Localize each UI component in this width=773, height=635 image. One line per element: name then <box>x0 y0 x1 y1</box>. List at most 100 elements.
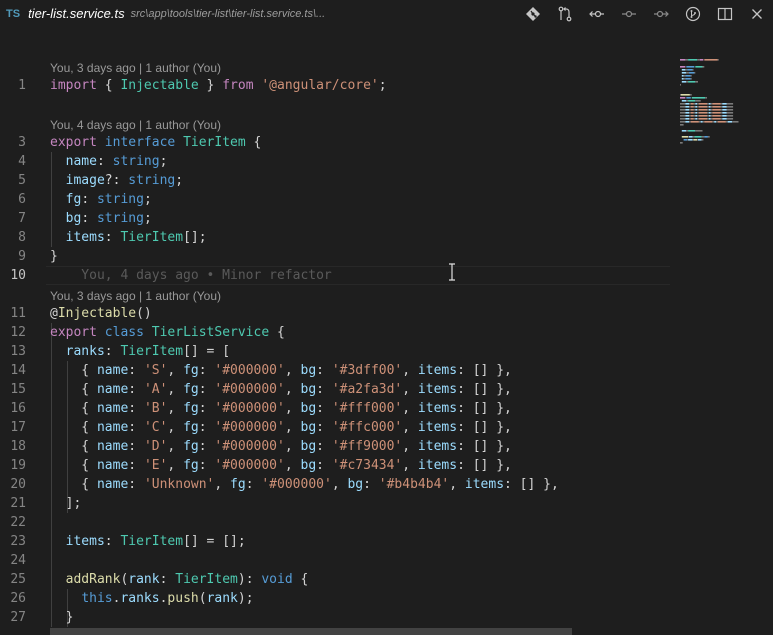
open-changes-button[interactable] <box>549 0 581 27</box>
minimap-token <box>712 103 721 105</box>
editor-tab[interactable]: TS tier-list.service.ts src\app\tools\ti… <box>0 0 325 27</box>
codelens-authorship[interactable]: You, 4 days ago | 1 author (You) <box>50 117 221 134</box>
previous-change-button[interactable] <box>581 0 613 27</box>
line-number: 11 <box>10 306 26 321</box>
minimap-token <box>689 118 691 120</box>
minimap-token <box>683 139 688 141</box>
code-token: ; <box>378 78 387 93</box>
commit-details-button[interactable] <box>613 0 645 27</box>
minimap-token <box>710 118 713 120</box>
minimap-token <box>690 118 694 120</box>
minimap-token <box>680 121 686 123</box>
code-token: this <box>81 591 113 606</box>
code-token: { <box>292 572 309 587</box>
minimap-token <box>726 106 734 108</box>
code-token: 'C' <box>143 420 168 435</box>
minimap-token <box>687 69 693 71</box>
horizontal-scrollbar[interactable] <box>50 628 572 635</box>
line-number: 21 <box>10 496 26 511</box>
code-token: '@angular/core' <box>261 78 379 93</box>
code-line: 20 { name: 'Unknown', fg: '#000000', bg:… <box>0 475 670 494</box>
minimap-token <box>716 121 718 123</box>
line-code: { name: 'B', fg: '#000000', bg: '#fff000… <box>50 399 512 418</box>
code-token: image <box>65 173 105 188</box>
minimap-token <box>697 112 699 114</box>
line-code: fg: string; <box>50 190 152 209</box>
minimap-token <box>693 118 696 120</box>
code-token: , <box>167 382 184 397</box>
minimap-token <box>707 103 709 105</box>
minimap-token <box>689 121 691 123</box>
git-diamond-button[interactable] <box>517 0 549 27</box>
code-token: { <box>50 382 97 397</box>
codelens-authorship[interactable]: You, 3 days ago | 1 author (You) <box>50 288 221 305</box>
minimap-token <box>689 112 691 114</box>
code-token: '#ffc000' <box>331 420 403 435</box>
code-line: 9} <box>0 247 670 266</box>
code-token: '#ff9000' <box>331 439 403 454</box>
line-number: 1 <box>18 78 26 93</box>
line-code: export interface TierItem { <box>50 133 261 152</box>
code-token: name <box>96 382 129 397</box>
close-icon <box>752 8 762 19</box>
line-code: name: string; <box>50 152 168 171</box>
line-number: 19 <box>10 458 26 473</box>
minimap-token <box>689 106 691 108</box>
next-change-button[interactable] <box>645 0 677 27</box>
code-token: addRank <box>65 572 121 587</box>
code-token: name <box>96 439 129 454</box>
line-number: 9 <box>18 249 26 264</box>
close-editor-button[interactable] <box>741 0 773 27</box>
code-token: : <box>128 382 144 397</box>
code-token: : [] }, <box>457 401 512 416</box>
minimap-token <box>688 81 696 83</box>
code-token: fg <box>183 439 199 454</box>
code-line: 1 import { Injectable } from '@angular/co… <box>0 76 670 95</box>
code-token: fg <box>230 477 246 492</box>
minimap-token <box>714 121 716 123</box>
minimap-token <box>680 94 681 96</box>
minimap-token <box>690 78 692 80</box>
line-number: 25 <box>10 572 26 587</box>
code-token: , <box>284 420 301 435</box>
minimap[interactable] <box>678 57 758 147</box>
split-editor-button[interactable] <box>709 0 741 27</box>
minimap-token <box>704 121 713 123</box>
code-token: 'B' <box>143 401 168 416</box>
minimap-token <box>708 115 711 117</box>
code-token: { <box>50 420 97 435</box>
line-number: 12 <box>10 325 26 340</box>
code-token: } <box>50 249 58 264</box>
code-token: : <box>128 420 144 435</box>
code-token: string <box>96 192 144 207</box>
minimap-token <box>680 59 686 61</box>
code-token: { <box>50 477 97 492</box>
minimap-token <box>699 59 704 61</box>
minimap-token <box>680 115 686 117</box>
file-history-button[interactable] <box>677 0 709 27</box>
code-token: fg <box>183 382 199 397</box>
code-token: name <box>96 477 129 492</box>
code-editor[interactable]: You, 3 days ago | 1 author (You) You, 4 d… <box>0 27 773 635</box>
codelens-authorship[interactable]: You, 3 days ago | 1 author (You) <box>50 60 221 77</box>
minimap-token <box>708 112 711 114</box>
minimap-token <box>712 121 715 123</box>
line-number: 8 <box>18 230 26 245</box>
minimap-token <box>685 121 689 123</box>
code-token: name <box>96 401 129 416</box>
code-token: : <box>104 230 121 245</box>
minimap-token <box>695 130 703 132</box>
minimap-token <box>690 115 694 117</box>
code-line: 22 <box>0 513 670 532</box>
code-token: , <box>284 401 301 416</box>
editor-actions <box>517 0 773 27</box>
code-token: { <box>50 363 97 378</box>
minimap-token <box>722 103 727 105</box>
code-token: , <box>402 363 418 378</box>
minimap-token <box>692 139 694 141</box>
code-token: , <box>167 439 184 454</box>
minimap-token <box>704 136 708 138</box>
